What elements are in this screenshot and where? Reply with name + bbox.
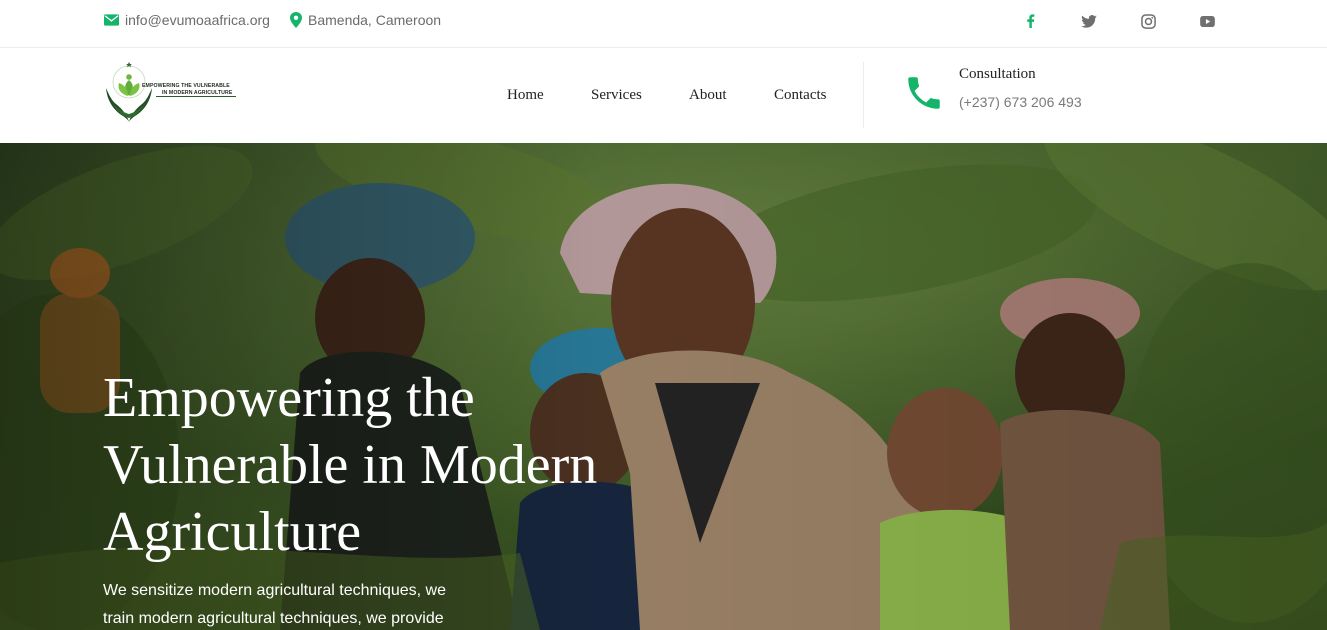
email-text: info@evumoaafrica.org: [125, 12, 270, 28]
hero-section: Empowering the Vulnerable in Modern Agri…: [0, 143, 1327, 630]
top-bar: info@evumoaafrica.org Bamenda, Cameroon: [0, 0, 1327, 48]
phone-icon[interactable]: [903, 72, 945, 114]
twitter-icon[interactable]: [1080, 12, 1098, 30]
consultation-phone[interactable]: (+237) 673 206 493: [959, 94, 1082, 110]
map-pin-icon: [290, 12, 302, 28]
hero-description: We sensitize modern agricultural techniq…: [103, 582, 446, 627]
top-email[interactable]: info@evumoaafrica.org: [104, 12, 270, 28]
instagram-icon[interactable]: [1139, 12, 1157, 30]
hero-title: Empowering the Vulnerable in Modern Agri…: [103, 367, 598, 563]
youtube-icon[interactable]: [1198, 12, 1216, 30]
main-header: EMPOWERING THE VULNERABLE IN MODERN AGRI…: [0, 48, 1327, 143]
nav-contacts[interactable]: Contacts: [774, 87, 827, 104]
location-text: Bamenda, Cameroon: [308, 12, 442, 28]
facebook-icon[interactable]: [1021, 12, 1039, 30]
logo-underline: [156, 96, 236, 97]
header-divider: [863, 62, 864, 128]
top-location: Bamenda, Cameroon: [290, 12, 441, 28]
logo-tagline-1: EMPOWERING THE VULNERABLE: [142, 83, 230, 89]
consultation-title: Consultation: [959, 66, 1036, 82]
nav-services[interactable]: Services: [591, 87, 642, 104]
site-logo[interactable]: EMPOWERING THE VULNERABLE IN MODERN AGRI…: [104, 58, 239, 126]
logo-emblem-icon: [106, 62, 152, 122]
nav-about[interactable]: About: [689, 87, 727, 104]
nav-home[interactable]: Home: [507, 87, 544, 104]
envelope-icon: [104, 14, 119, 26]
